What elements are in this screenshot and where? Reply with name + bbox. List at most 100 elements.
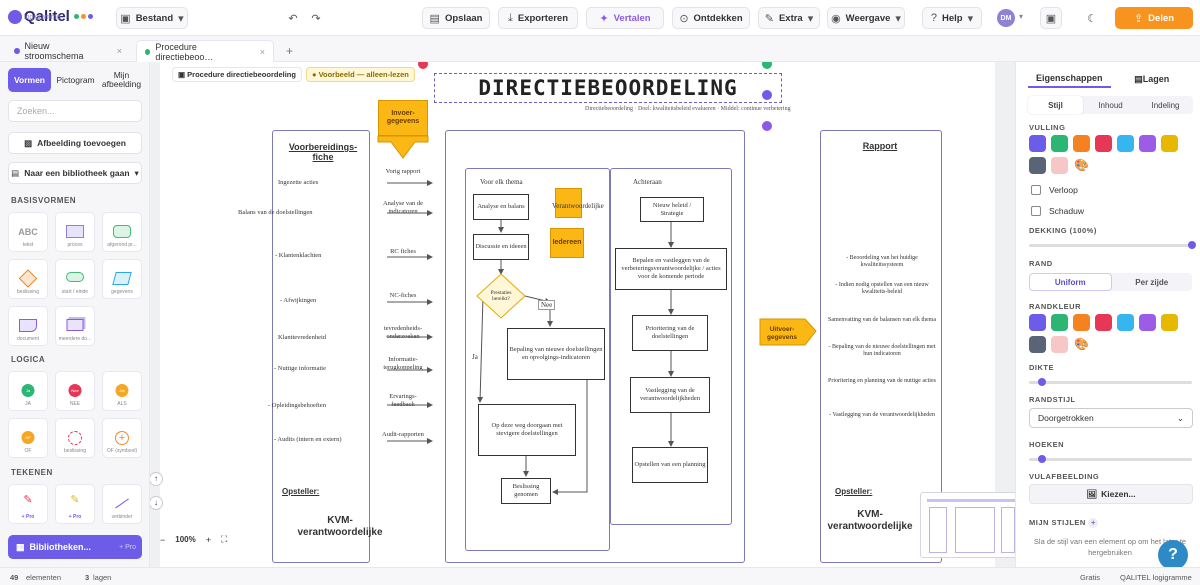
scroll-widget[interactable]: ↑ ↓ xyxy=(150,469,166,529)
new-tab-button[interactable]: + xyxy=(278,40,298,62)
box-verantwoordelijkheden[interactable]: Vastlegging van de verantwoordelijkheden xyxy=(630,377,710,413)
tab-nieuw-stroomschema[interactable]: Nieuw stroomschema × xyxy=(6,40,130,62)
swatch-red[interactable] xyxy=(1095,314,1112,331)
minimap[interactable] xyxy=(920,492,1015,558)
swatch-green[interactable] xyxy=(1051,135,1068,152)
scroll-down-icon[interactable]: ↓ xyxy=(150,496,163,510)
tab-label: Nieuw stroomschema xyxy=(24,41,84,61)
corners-slider[interactable] xyxy=(1029,455,1192,463)
shape-search-input[interactable]: Zoeken... xyxy=(8,100,142,122)
swatch-violet[interactable] xyxy=(1139,135,1156,152)
discover-button[interactable]: ⊙ Ontdekken xyxy=(672,7,750,29)
logic-of-symbool[interactable]: + OF (symbool) xyxy=(102,418,142,458)
logic-nee[interactable]: Nee NEE xyxy=(55,371,95,411)
shape-multi-document[interactable]: meerdere do... xyxy=(55,306,95,346)
shape-start-end[interactable]: start / einde xyxy=(55,259,95,299)
shadow-checkbox[interactable]: Schaduw xyxy=(1031,206,1084,216)
tab-vormen[interactable]: Vormen xyxy=(8,68,51,92)
zoom-in-icon[interactable]: + xyxy=(206,535,211,545)
swatch-orange[interactable] xyxy=(1073,314,1090,331)
help-menu[interactable]: ? Help ▾ xyxy=(922,7,982,29)
swatch-yellow[interactable] xyxy=(1161,135,1178,152)
swatch-purple[interactable] xyxy=(1029,314,1046,331)
present-button[interactable]: ▣ xyxy=(1040,7,1062,29)
fit-screen-icon[interactable]: ⛶ xyxy=(221,534,227,545)
box-prioritering[interactable]: Prioritering van de doelstellingen xyxy=(632,315,708,351)
thickness-slider[interactable] xyxy=(1029,378,1192,386)
shape-decision[interactable]: beslissing xyxy=(8,259,48,299)
add-image-button[interactable]: ▨ Afbeelding toevoegen xyxy=(8,132,142,154)
slider-knob[interactable] xyxy=(1038,378,1047,386)
draw-highlighter[interactable]: ✎ + Pro xyxy=(55,484,95,524)
draw-pen[interactable]: ✎ + Pro xyxy=(8,484,48,524)
libraries-button[interactable]: ▦ Bibliotheken... + Pro xyxy=(8,535,142,559)
diagram-canvas[interactable]: ▣ Procedure directiebeoordeling ● Voorbe… xyxy=(150,62,1015,567)
tab-procedure[interactable]: Procedure directiebeoo… × xyxy=(136,40,274,62)
swatch-slate[interactable] xyxy=(1029,336,1046,353)
bestand-menu[interactable]: ▣ Bestand ▾ xyxy=(116,7,188,29)
logic-of[interactable]: OF OF xyxy=(8,418,48,458)
box-planning[interactable]: Opstellen van een planning xyxy=(632,447,708,483)
zoom-out-icon[interactable]: − xyxy=(160,535,165,545)
swatch-red[interactable] xyxy=(1095,135,1112,152)
swatch-green[interactable] xyxy=(1051,314,1068,331)
swatch-pink[interactable] xyxy=(1051,336,1068,353)
dark-mode-button[interactable]: ☾ xyxy=(1081,7,1103,29)
swatch-purple[interactable] xyxy=(1029,135,1046,152)
redo-button[interactable]: ↷ xyxy=(308,7,324,29)
library-select[interactable]: ▤ Naar een bibliotheek gaan ▾ xyxy=(8,162,142,184)
shape-rounded-process[interactable]: afgerond pr... xyxy=(102,212,142,252)
subtab-indeling[interactable]: Indeling xyxy=(1138,96,1193,114)
border-style-select[interactable]: Doorgetrokken ⌄ xyxy=(1029,408,1193,428)
palette-icon[interactable]: 🎨 xyxy=(1073,336,1090,353)
tab-pictogram[interactable]: Pictogram xyxy=(54,68,97,92)
scroll-up-icon[interactable]: ↑ xyxy=(150,472,163,486)
swatch-blue[interactable] xyxy=(1117,314,1134,331)
tab-mijn-afbeelding[interactable]: Mijn afbeelding xyxy=(100,68,143,92)
shape-document[interactable]: document xyxy=(8,306,48,346)
box-bepalen-vastleggen[interactable]: Bepalen en vastleggen van de verbetering… xyxy=(615,248,727,290)
border-per-side[interactable]: Per zijde xyxy=(1112,273,1193,291)
help-fab-button[interactable]: ? xyxy=(1158,540,1188,570)
opacity-slider[interactable] xyxy=(1029,241,1196,249)
export-button[interactable]: ⤓ Exporteren xyxy=(498,7,578,29)
logic-als[interactable]: Als ALS xyxy=(102,371,142,411)
uitvoer-gegevens-label[interactable]: Uitvoer-gegevens xyxy=(762,326,802,342)
subtab-inhoud[interactable]: Inhoud xyxy=(1083,96,1138,114)
user-avatar[interactable]: DM xyxy=(997,9,1015,27)
logic-ja[interactable]: Ja JA xyxy=(8,371,48,411)
translate-button[interactable]: ✦ Vertalen xyxy=(586,7,664,29)
box-nieuw-beleid[interactable]: Nieuw beleid / Strategie xyxy=(640,197,704,222)
draw-connector[interactable]: verbinder xyxy=(102,484,142,524)
palette-icon[interactable]: 🎨 xyxy=(1073,157,1090,174)
close-icon[interactable]: × xyxy=(117,46,122,56)
undo-button[interactable]: ↶ xyxy=(285,7,301,29)
chevron-down-icon[interactable]: ▾ xyxy=(1019,12,1023,21)
swatch-orange[interactable] xyxy=(1073,135,1090,152)
border-uniform[interactable]: Uniform xyxy=(1029,273,1112,291)
swatch-blue[interactable] xyxy=(1117,135,1134,152)
diagram-page[interactable]: ▣ Procedure directiebeoordeling ● Voorbe… xyxy=(160,62,1015,567)
slider-knob[interactable] xyxy=(1038,455,1047,463)
add-style-icon[interactable]: + xyxy=(1088,518,1099,528)
swatch-yellow[interactable] xyxy=(1161,314,1178,331)
shape-data[interactable]: gegevens xyxy=(102,259,142,299)
shape-label: ALS xyxy=(117,401,127,407)
choose-image-button[interactable]: 🖼 Kiezen... xyxy=(1029,484,1193,504)
swatch-slate[interactable] xyxy=(1029,157,1046,174)
share-button[interactable]: ⇪ Delen xyxy=(1115,7,1193,29)
save-button[interactable]: ▤ Opslaan xyxy=(422,7,490,29)
extra-menu[interactable]: ✎ Extra ▾ xyxy=(758,7,820,29)
subtab-stijl[interactable]: Stijl xyxy=(1028,96,1083,114)
view-menu[interactable]: ◉ Weergave ▾ xyxy=(827,7,905,29)
tab-lagen[interactable]: ▤ Lagen xyxy=(1111,70,1194,88)
logic-beslissing[interactable]: beslissing xyxy=(55,418,95,458)
shape-process[interactable]: proces xyxy=(55,212,95,252)
swatch-pink[interactable] xyxy=(1051,157,1068,174)
gradient-checkbox[interactable]: Verloop xyxy=(1031,185,1078,195)
shape-text[interactable]: ABC tekst xyxy=(8,212,48,252)
swatch-violet[interactable] xyxy=(1139,314,1156,331)
tab-eigenschappen[interactable]: Eigenschappen xyxy=(1028,70,1111,88)
close-icon[interactable]: × xyxy=(260,47,265,57)
slider-knob[interactable] xyxy=(1188,241,1196,249)
